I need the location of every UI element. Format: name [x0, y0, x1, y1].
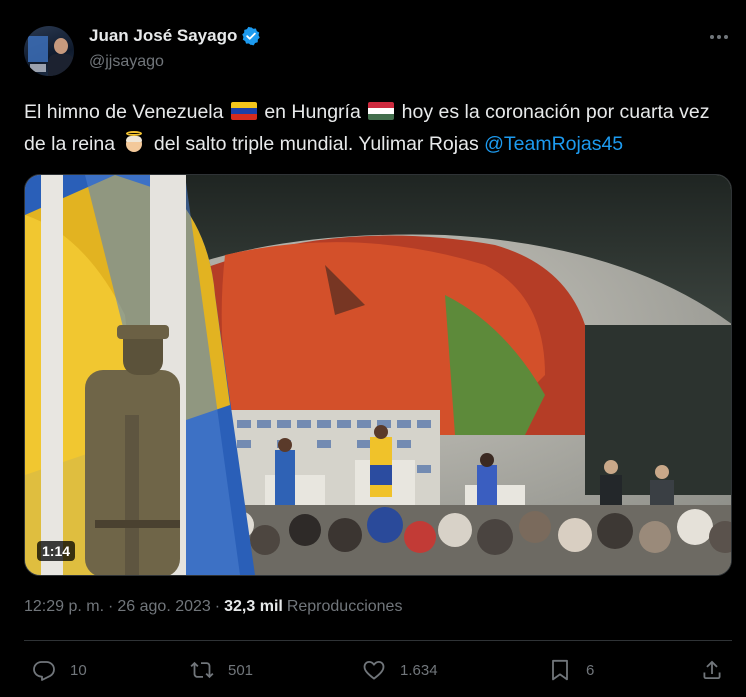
video-player[interactable]: 1:14	[24, 174, 732, 576]
share-icon	[703, 660, 721, 679]
author-display-name[interactable]: Juan José Sayago	[89, 26, 237, 46]
bookmark-button[interactable]: 6	[548, 656, 594, 684]
bookmark-icon	[552, 659, 568, 681]
reply-button[interactable]: 10	[32, 656, 87, 684]
author-name-row: Juan José Sayago	[89, 26, 261, 46]
tweet-text: El himno de Venezuela en Hungría hoy es …	[24, 96, 732, 160]
video-duration: 1:14	[37, 541, 76, 561]
mention-link[interactable]: @TeamRojas45	[484, 133, 623, 155]
venezuela-flag-icon	[230, 102, 257, 120]
views-count: 32,3 mil	[224, 598, 283, 615]
tweet-date[interactable]: 26 ago. 2023	[117, 598, 210, 616]
tweet-meta: 12:29 p. m. · 26 ago. 2023 · 32,3 mil Re…	[24, 598, 402, 616]
meta-separator: ·	[214, 598, 221, 615]
tweet-text-segment: El himno de Venezuela	[24, 101, 229, 123]
avatar[interactable]	[24, 26, 74, 76]
repost-count: 501	[228, 661, 254, 679]
reply-count: 10	[70, 661, 87, 679]
share-button[interactable]	[700, 656, 724, 684]
tweet-time[interactable]: 12:29 p. m.	[24, 598, 104, 616]
author-handle[interactable]: @jjsayago	[89, 53, 164, 71]
like-count: 1.634	[400, 661, 438, 679]
divider	[24, 640, 732, 641]
reply-icon	[33, 661, 55, 681]
meta-separator: ·	[108, 598, 114, 615]
verified-badge-icon[interactable]	[241, 26, 261, 46]
repost-button[interactable]: 501	[190, 656, 253, 684]
more-options-icon[interactable]	[708, 26, 730, 48]
video-frame-image	[25, 175, 731, 575]
heart-icon	[363, 661, 385, 680]
angel-emoji-icon	[123, 131, 145, 153]
views-label: Reproducciones	[286, 598, 403, 615]
tweet-text-segment: del salto triple mundial. Yulimar Rojas	[148, 133, 485, 155]
repost-icon	[190, 661, 214, 679]
like-button[interactable]: 1.634	[362, 656, 438, 684]
tweet-text-segment: en Hungría	[258, 101, 367, 123]
bookmark-count: 6	[586, 661, 595, 679]
tweet: Juan José Sayago @jjsayago El himno de V…	[0, 0, 746, 697]
hungary-flag-icon	[368, 102, 395, 120]
